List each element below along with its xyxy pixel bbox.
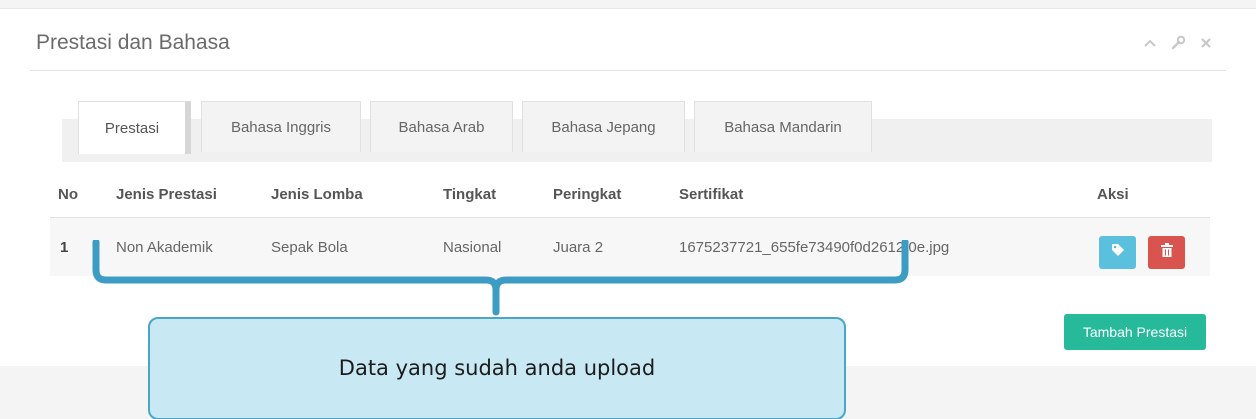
header-no: No: [58, 186, 78, 203]
close-icon[interactable]: [1198, 35, 1214, 51]
tambah-prestasi-button[interactable]: Tambah Prestasi: [1064, 314, 1206, 350]
panel-header: Prestasi dan Bahasa: [30, 9, 1226, 71]
header-jenis-lomba: Jenis Lomba: [271, 186, 363, 203]
tab-label: Bahasa Arab: [398, 118, 485, 136]
header-tingkat: Tingkat: [443, 186, 497, 203]
tab-label: Bahasa Jepang: [551, 118, 656, 136]
header-peringkat: Peringkat: [553, 186, 622, 203]
tag-button[interactable]: [1099, 236, 1136, 269]
header-jenis-prestasi: Jenis Prestasi: [116, 186, 217, 203]
tab-label: Prestasi: [104, 119, 160, 137]
panel-tools: [1142, 35, 1214, 51]
tab-bahasa-jepang[interactable]: Bahasa Jepang: [522, 101, 685, 152]
delete-button[interactable]: [1148, 236, 1185, 269]
tab-bahasa-inggris[interactable]: Bahasa Inggris: [201, 101, 361, 152]
callout-bracket: [92, 240, 909, 316]
trash-icon: [1160, 243, 1173, 262]
panel-title: Prestasi dan Bahasa: [36, 31, 230, 54]
tab-label: Bahasa Inggris: [230, 118, 332, 136]
tab-label: Bahasa Mandarin: [724, 118, 842, 136]
callout-text: Data yang sudah anda upload: [338, 355, 656, 380]
upload-callout: Data yang sudah anda upload: [148, 317, 846, 419]
chevron-up-icon[interactable]: [1142, 35, 1158, 51]
tab-prestasi[interactable]: Prestasi: [78, 101, 191, 154]
header-aksi: Aksi: [1097, 186, 1129, 203]
header-sertifikat: Sertifikat: [679, 186, 744, 203]
cell-no: 1: [60, 239, 69, 256]
wrench-icon[interactable]: [1170, 35, 1186, 51]
tab-bahasa-arab[interactable]: Bahasa Arab: [370, 101, 513, 152]
tag-icon: [1111, 243, 1125, 262]
tab-bahasa-mandarin[interactable]: Bahasa Mandarin: [694, 101, 872, 152]
